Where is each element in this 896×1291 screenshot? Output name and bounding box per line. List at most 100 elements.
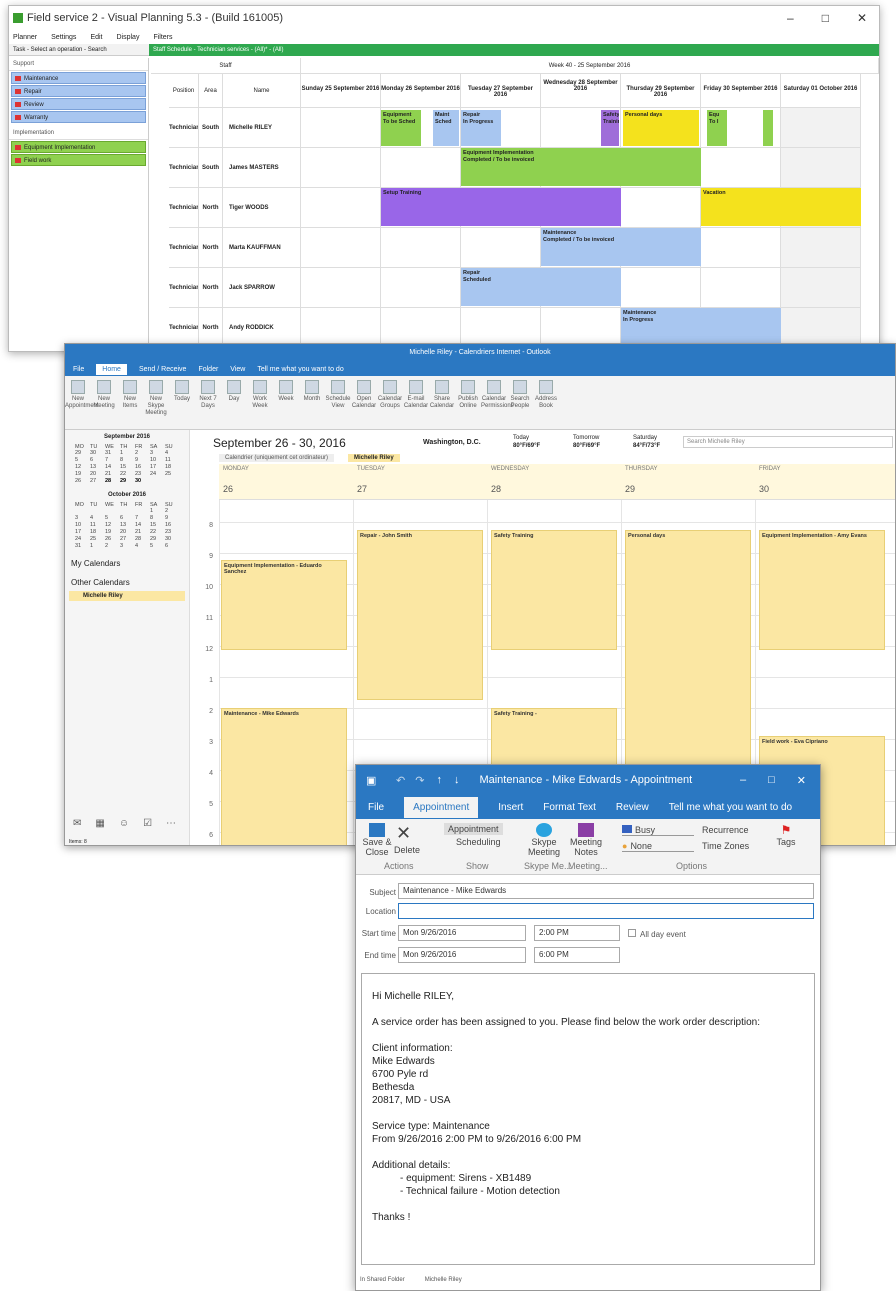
mini-cal-day[interactable]: 8 [150,515,164,521]
mini-cal-day[interactable]: 31 [75,543,89,549]
event-equip-impl-masters[interactable]: Equipment Implementation Completed / To b… [461,148,701,186]
mini-cal-day[interactable]: 15 [150,522,164,528]
mini-cal-day[interactable]: 5 [75,457,89,463]
mini-cal-day[interactable]: 3 [150,450,164,456]
more-icon[interactable]: ⋯ [166,818,176,829]
row-name[interactable]: James MASTERS [223,148,301,188]
redo-icon[interactable]: ↷ [415,774,424,787]
mini-cal-day[interactable]: 23 [135,471,149,477]
menu-settings[interactable]: Settings [51,34,76,41]
mini-cal-day[interactable]: 6 [120,515,134,521]
mini-cal-day[interactable]: 16 [165,522,179,528]
ribbon-button[interactable]: Week [273,380,299,403]
day-number[interactable]: 29 [625,484,635,494]
schedule-cell[interactable] [621,268,701,308]
event-equipment-riley[interactable]: Equipment To be Sched [381,110,421,146]
mini-cal-day[interactable]: 22 [120,471,134,477]
mini-cal-day[interactable] [105,508,119,514]
schedule-cell[interactable] [541,308,621,348]
reminder-select[interactable]: ● None [622,841,694,852]
other-calendars-toggle[interactable]: Other Calendars [65,572,189,589]
event-green-riley[interactable] [763,110,773,146]
menu-edit[interactable]: Edit [90,34,102,41]
event-maint-riley[interactable]: Maint Sched [433,110,459,146]
mini-cal-day[interactable]: 29 [120,478,134,484]
col-position[interactable]: Position [169,74,199,108]
mini-cal-day[interactable]: 2 [105,543,119,549]
mini-cal-day[interactable]: 21 [105,471,119,477]
mini-cal-day[interactable]: 8 [120,457,134,463]
mini-cal-day[interactable]: 13 [120,522,134,528]
schedule-tab[interactable]: Staff Schedule - Technician services - (… [149,43,879,56]
event-maintenance-roddick[interactable]: Maintenance In Progress [621,308,781,348]
all-day-checkbox[interactable]: All day event [628,929,686,939]
ribbon-button[interactable]: Next 7 Days [195,380,221,410]
show-as-select[interactable]: Busy [622,825,694,836]
schedule-cell[interactable] [781,228,861,268]
schedule-cell[interactable] [461,228,541,268]
event-repair-john-smith[interactable]: Repair - John Smith [357,530,483,700]
event-equipment-amy-evans[interactable]: Equipment Implementation - Amy Evans [759,530,885,650]
up-arrow-icon[interactable]: ↑ [436,774,442,786]
mini-cal-day[interactable]: 11 [165,457,179,463]
ribbon-button[interactable]: Search People [507,380,533,410]
minimize-icon[interactable]: – [740,774,746,787]
group-implementation[interactable]: Implementation [9,127,148,140]
ribbon-button[interactable]: New Meeting [91,380,117,410]
tasks-icon[interactable]: ☑ [143,818,152,829]
schedule-cell[interactable] [461,308,541,348]
mini-cal-day[interactable]: 5 [150,543,164,549]
task-maintenance[interactable]: Maintenance [11,72,146,84]
menu-filters[interactable]: Filters [153,34,172,41]
ribbon-button[interactable]: Day [221,380,247,403]
ribbon-button[interactable]: E-mail Calendar [403,380,429,410]
calendar-tab-local[interactable]: Calendrier (uniquement cet ordinateur) [219,454,335,462]
mini-cal-day[interactable]: 18 [90,529,104,535]
mini-cal-day[interactable]: 31 [105,450,119,456]
schedule-cell[interactable] [381,148,461,188]
mini-cal-day[interactable]: 24 [150,471,164,477]
minimize-icon[interactable]: – [787,11,794,25]
tab-file[interactable]: File [73,366,84,373]
ribbon-button[interactable]: Address Book [533,380,559,410]
start-time-select[interactable]: 2:00 PM [534,925,620,941]
mini-cal-day[interactable]: 1 [120,450,134,456]
mini-cal-day[interactable] [135,508,149,514]
task-field-work[interactable]: Field work [11,154,146,166]
mini-cal-day[interactable]: 26 [75,478,89,484]
mini-cal-day[interactable]: 28 [105,478,119,484]
meeting-notes-button[interactable]: Meeting Notes [566,823,606,857]
tell-me-search[interactable]: Tell me what you want to do [669,802,792,813]
event-maintenance-kauffman[interactable]: Maintenance Completed / To be invoiced [541,228,701,266]
task-review[interactable]: Review [11,98,146,110]
schedule-cell[interactable] [701,228,781,268]
ribbon-button[interactable]: New Appointment [65,380,99,410]
save-icon[interactable]: ▣ [366,774,384,787]
mini-cal-day[interactable]: 7 [135,515,149,521]
end-time-select[interactable]: 6:00 PM [534,947,620,963]
mini-cal-day[interactable]: 3 [75,515,89,521]
mini-cal-day[interactable]: 7 [105,457,119,463]
maximize-icon[interactable]: □ [768,774,775,787]
mini-cal-day[interactable]: 6 [165,543,179,549]
skype-meeting-button[interactable]: Skype Meeting [524,823,564,857]
ribbon-button[interactable]: New Skype Meeting [143,380,169,417]
tab-send-receive[interactable]: Send / Receive [139,366,186,373]
schedule-cell[interactable] [381,228,461,268]
delete-icon[interactable]: ✕ [396,823,411,844]
recurrence-button[interactable]: Recurrence [702,825,749,835]
mini-cal-day[interactable]: 10 [150,457,164,463]
mini-cal-day[interactable]: 27 [90,478,104,484]
mini-cal-day[interactable] [75,508,89,514]
save-close-button[interactable]: Save & Close [362,823,392,857]
row-name[interactable]: Andy RODDICK [223,308,301,348]
mail-icon[interactable]: ✉ [73,818,81,829]
mini-cal-day[interactable]: 14 [105,464,119,470]
ribbon-button[interactable]: Month [299,380,325,403]
tab-folder[interactable]: Folder [198,366,218,373]
weather-location[interactable]: Washington, D.C. [423,439,481,446]
day-number[interactable]: 27 [357,484,367,494]
schedule-cell[interactable] [301,148,381,188]
mini-cal-day[interactable]: 10 [75,522,89,528]
down-arrow-icon[interactable]: ↓ [454,774,460,786]
